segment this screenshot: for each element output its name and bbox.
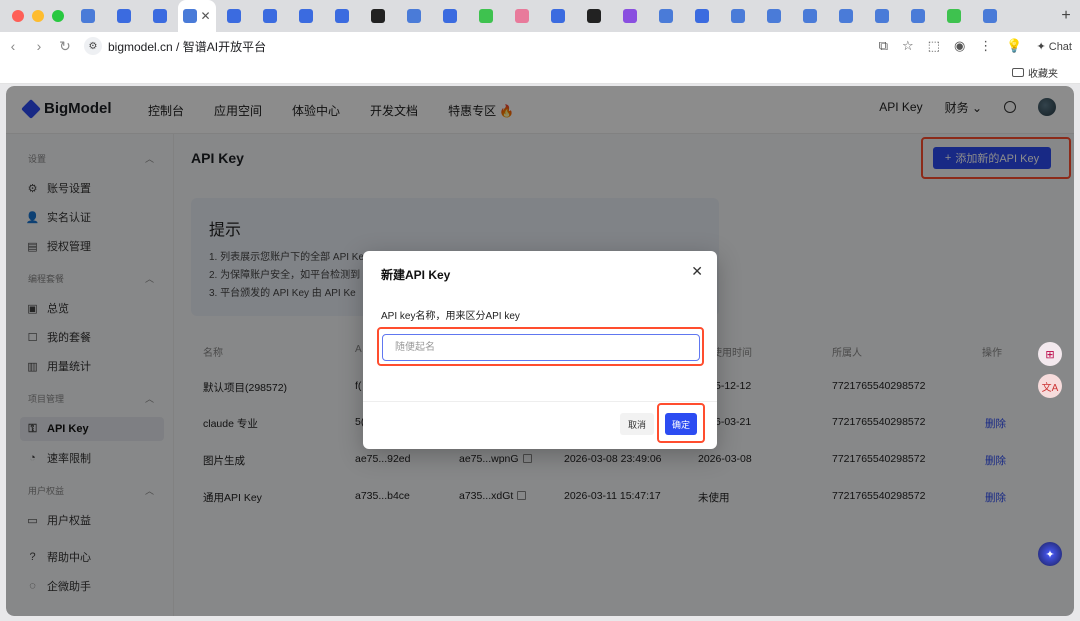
lightbulb-icon[interactable]: 💡 [1006,38,1022,54]
tab-favicon-icon [731,9,745,23]
tab-favicon-icon [983,9,997,23]
chat-button[interactable]: ✦ Chat [1036,40,1072,53]
browser-actions: ⧉ ☆ ⬚ ◉ ⋮ 💡 ✦ Chat [879,32,1072,60]
tab-favicon-icon [443,9,457,23]
tab-favicon-icon [153,9,167,23]
browser-tab[interactable] [396,0,432,32]
browser-tabs: ✕ [70,0,1052,32]
api-key-name-input[interactable] [382,334,700,361]
back-button[interactable]: ‹ [0,38,26,54]
forward-button[interactable]: › [26,38,52,54]
browser-tab[interactable] [288,0,324,32]
confirm-button[interactable]: 确定 [665,413,697,435]
maximize-window-button[interactable] [52,10,64,22]
browser-tab[interactable] [540,0,576,32]
input-highlight [377,327,704,366]
close-tab-icon[interactable]: ✕ [200,9,210,23]
site-settings-icon[interactable]: ⚙ [84,37,102,55]
window-controls [0,10,70,22]
browser-tab[interactable] [756,0,792,32]
tab-favicon-icon [911,9,925,23]
menu-icon[interactable]: ⋮ [979,38,992,54]
bookmark-star-icon[interactable]: ☆ [902,38,914,54]
dialog-title: 新建API Key [381,268,451,282]
browser-tab[interactable] [972,0,1008,32]
tab-favicon-icon [767,9,781,23]
browser-tab[interactable] [252,0,288,32]
profile-icon[interactable]: ◉ [954,38,965,54]
browser-tab[interactable] [684,0,720,32]
app-window: BigModel 控制台 应用空间 体验中心 开发文档 特惠专区 🔥 API K… [6,86,1074,616]
translate-float-icon[interactable]: 文A [1038,374,1062,398]
tab-favicon-icon [227,9,241,23]
tab-favicon-icon [371,9,385,23]
tab-favicon-icon [117,9,131,23]
browser-tab[interactable] [720,0,756,32]
tab-favicon-icon [947,9,961,23]
folder-icon [1012,68,1024,77]
tab-favicon-icon [183,9,198,23]
minimize-window-button[interactable] [32,10,44,22]
browser-tab[interactable] [70,0,106,32]
address-url: bigmodel.cn / 智谱AI开放平台 [108,39,267,54]
browser-tab[interactable] [142,0,178,32]
browser-tab[interactable]: ✕ [178,0,216,32]
browser-tab[interactable] [900,0,936,32]
tab-favicon-icon [803,9,817,23]
tab-favicon-icon [263,9,277,23]
cast-icon[interactable]: ⧉ [879,38,888,54]
browser-tab-strip: ✕ + [0,0,1080,32]
sparkle-assistant-icon[interactable]: ✦ [1038,542,1062,566]
tab-favicon-icon [407,9,421,23]
tab-favicon-icon [659,9,673,23]
new-api-key-dialog: 新建API Key ✕ API key名称，用来区分API key 取消 确定 [363,251,717,449]
confirm-highlight: 确定 [657,403,705,443]
close-icon[interactable]: ✕ [691,263,703,280]
cancel-button[interactable]: 取消 [620,413,654,435]
tab-favicon-icon [479,9,493,23]
dialog-divider [363,401,717,402]
reload-button[interactable]: ↻ [52,38,78,55]
tab-favicon-icon [335,9,349,23]
tab-favicon-icon [515,9,529,23]
browser-toolbar: ‹ › ↻ ⚙ bigmodel.cn / 智谱AI开放平台 ⧉ ☆ ⬚ ◉ ⋮… [0,32,1080,60]
extensions-icon[interactable]: ⬚ [928,38,940,54]
address-bar[interactable]: ⚙ bigmodel.cn / 智谱AI开放平台 [84,35,266,57]
name-field-label: API key名称，用来区分API key [381,311,520,322]
tab-favicon-icon [81,9,95,23]
browser-tab[interactable] [576,0,612,32]
close-window-button[interactable] [12,10,24,22]
browser-tab[interactable] [792,0,828,32]
new-tab-button[interactable]: + [1052,7,1080,25]
apps-float-icon[interactable]: ⊞ [1038,342,1062,366]
browser-tab[interactable] [324,0,360,32]
browser-tab[interactable] [828,0,864,32]
tab-favicon-icon [551,9,565,23]
browser-tab[interactable] [504,0,540,32]
tab-favicon-icon [839,9,853,23]
tab-favicon-icon [587,9,601,23]
browser-tab[interactable] [106,0,142,32]
browser-tab[interactable] [468,0,504,32]
browser-tab[interactable] [648,0,684,32]
bookmarks-folder[interactable]: 收藏夹 [1012,65,1058,80]
browser-tab[interactable] [936,0,972,32]
tab-favicon-icon [299,9,313,23]
bookmarks-bar: 收藏夹 [0,60,1080,84]
browser-tab[interactable] [360,0,396,32]
tab-favicon-icon [875,9,889,23]
browser-tab[interactable] [432,0,468,32]
browser-tab[interactable] [864,0,900,32]
browser-tab[interactable] [216,0,252,32]
tab-favicon-icon [623,9,637,23]
browser-tab[interactable] [612,0,648,32]
tab-favicon-icon [695,9,709,23]
